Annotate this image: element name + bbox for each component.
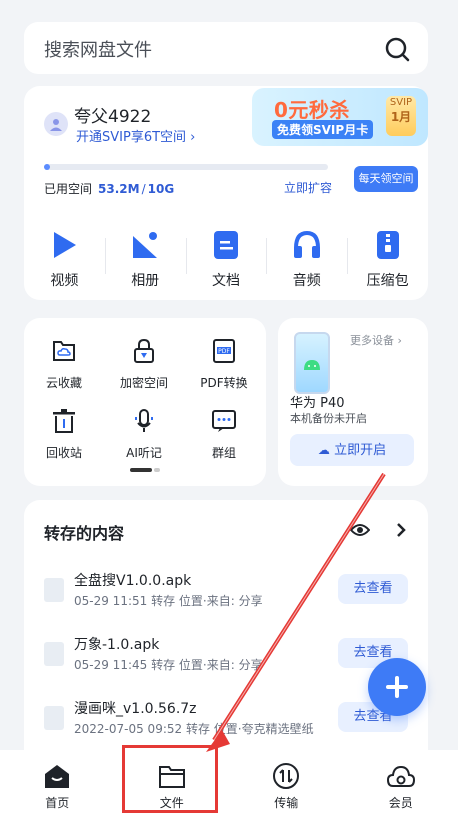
search-icon[interactable] xyxy=(384,36,410,66)
badge-bottom: 1月 xyxy=(390,110,412,124)
add-button[interactable] xyxy=(368,658,426,716)
user-icon xyxy=(50,119,62,131)
document-icon xyxy=(213,231,238,259)
avatar[interactable] xyxy=(44,112,68,136)
category-label: 压缩包 xyxy=(366,273,409,289)
page-indicator-active xyxy=(130,468,152,472)
more-devices-link[interactable]: 更多设备 › xyxy=(350,332,402,348)
file-meta: 05-29 11:45 转存 位置·来自: 分享 xyxy=(74,658,263,672)
device-name: 华为 P40 xyxy=(290,396,345,411)
username[interactable]: 夸父4922 xyxy=(74,102,151,127)
file-meta: 2022-07-05 09:52 转存 位置·夸克精选壁纸 xyxy=(74,722,314,736)
pdf-icon: PDF xyxy=(213,339,235,363)
category-label: 视频 xyxy=(50,273,79,289)
tool-label: 云收藏 xyxy=(45,376,82,390)
tool-label: 群组 xyxy=(211,446,236,460)
file-name: 漫画咪_v1.0.56.7z xyxy=(74,701,197,717)
plus-icon xyxy=(386,676,408,698)
promo-banner[interactable]: 0元秒杀 免费领SVIP月卡 SVIP 1月 xyxy=(252,88,428,146)
tool-cloud-favorite[interactable]: 云收藏 xyxy=(24,338,104,391)
tool-pdf-convert[interactable]: PDF PDF转换 xyxy=(184,338,264,391)
tab-label: 首页 xyxy=(45,796,70,810)
member-icon xyxy=(386,765,415,787)
tab-label: 传输 xyxy=(274,796,299,810)
audio-icon xyxy=(293,230,320,258)
category-album[interactable]: 相册 xyxy=(104,216,186,296)
highlight-box xyxy=(122,745,218,813)
storage-total: 10G xyxy=(147,182,175,196)
tab-member[interactable]: 会员 xyxy=(344,750,458,820)
tab-transfer[interactable]: 传输 xyxy=(229,750,344,820)
trash-icon xyxy=(53,409,75,433)
enable-label: 立即开启 xyxy=(334,443,387,458)
microphone-icon xyxy=(135,409,153,432)
lock-icon xyxy=(134,338,154,363)
category-video[interactable]: 视频 xyxy=(24,216,105,296)
promo-headline: 0元秒杀 xyxy=(274,98,350,122)
tool-ai-notes[interactable]: AI听记 xyxy=(104,408,184,461)
enable-backup-button[interactable]: ☁ 立即开启 xyxy=(290,434,414,466)
apk-file-icon xyxy=(44,642,64,666)
category-archive[interactable]: 压缩包 xyxy=(347,216,428,296)
svip-badge: SVIP 1月 xyxy=(386,96,416,136)
search-bar[interactable]: 搜索网盘文件 xyxy=(24,22,428,74)
expand-link[interactable]: 立即扩容 xyxy=(284,179,332,196)
apk-file-icon xyxy=(44,578,64,602)
category-row: 视频 相册 文档 音频 压缩包 xyxy=(24,216,428,296)
phone-icon xyxy=(294,332,330,394)
archive-file-icon xyxy=(44,706,64,730)
view-button[interactable]: 去查看 xyxy=(338,574,408,604)
cloud-icon: ☁ xyxy=(317,443,330,457)
tool-group[interactable]: 群组 xyxy=(184,408,264,461)
category-label: 音频 xyxy=(292,273,321,289)
category-document[interactable]: 文档 xyxy=(185,216,267,296)
category-label: 文档 xyxy=(211,273,240,289)
tab-home[interactable]: 首页 xyxy=(0,750,115,820)
tool-label: 加密空间 xyxy=(119,376,168,390)
promo-sub: 免费领SVIP月卡 xyxy=(272,120,374,139)
tool-label: PDF转换 xyxy=(200,376,248,390)
storage-usage: 已用空间 53.2M/10G xyxy=(44,180,174,197)
file-name: 万象-1.0.apk xyxy=(74,637,160,653)
storage-used: 53.2M xyxy=(98,182,140,196)
archive-icon xyxy=(376,231,399,259)
storage-label: 已用空间 xyxy=(44,182,93,196)
group-icon xyxy=(212,410,236,432)
home-icon xyxy=(45,765,70,788)
page-indicator xyxy=(154,468,160,472)
svip-upgrade-link[interactable]: 开通SVIP享6T空间 › xyxy=(76,126,195,145)
tool-label: 回收站 xyxy=(45,446,82,460)
account-card: 夸父4922 开通SVIP享6T空间 › 0元秒杀 免费领SVIP月卡 SVIP… xyxy=(24,86,428,300)
eye-icon[interactable] xyxy=(349,522,371,542)
svg-text:PDF: PDF xyxy=(218,348,230,355)
tool-label: AI听记 xyxy=(126,446,162,460)
section-title: 转存的内容 xyxy=(44,524,125,543)
file-meta: 05-29 11:51 转存 位置·来自: 分享 xyxy=(74,594,263,608)
tools-card: 云收藏 加密空间 PDF PDF转换 回收站 AI听记 群组 xyxy=(24,318,266,486)
storage-separator: / xyxy=(141,182,146,196)
category-label: 相册 xyxy=(131,273,160,289)
daily-space-button[interactable]: 每天领空间 xyxy=(354,166,418,192)
list-item[interactable]: 全盘搜V1.0.0.apk 05-29 11:51 转存 位置·来自: 分享 去… xyxy=(24,560,428,620)
file-name: 全盘搜V1.0.0.apk xyxy=(74,573,192,589)
tool-encrypted-space[interactable]: 加密空间 xyxy=(104,338,184,391)
category-audio[interactable]: 音频 xyxy=(266,216,347,296)
storage-fill xyxy=(44,164,50,170)
transfer-icon xyxy=(273,763,300,789)
tool-recycle-bin[interactable]: 回收站 xyxy=(24,408,104,461)
video-icon xyxy=(54,232,77,258)
badge-top: SVIP xyxy=(389,97,413,108)
backup-status: 本机备份未开启 xyxy=(290,412,367,425)
search-placeholder: 搜索网盘文件 xyxy=(44,40,152,61)
storage-bar xyxy=(44,164,328,170)
device-backup-card: 更多设备 › 华为 P40 本机备份未开启 ☁ 立即开启 xyxy=(278,318,428,486)
chevron-right-icon[interactable] xyxy=(396,522,406,542)
tab-label: 会员 xyxy=(388,796,413,810)
bottom-tab-bar: 首页 文件 传输 会员 xyxy=(0,750,458,820)
cloud-favorite-icon xyxy=(53,341,75,361)
album-icon xyxy=(133,232,158,258)
